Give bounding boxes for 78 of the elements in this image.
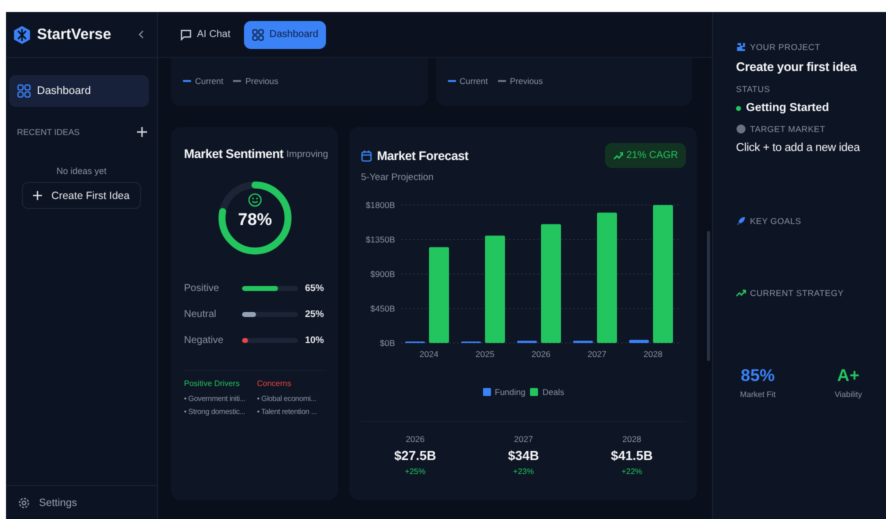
status-dot-icon: [736, 106, 741, 110]
legend-label: Previous: [510, 76, 543, 86]
section-label: CURRENT STRATEGY: [750, 288, 844, 298]
trend-up-icon: [736, 288, 746, 298]
trend-up-icon: [613, 151, 624, 160]
section-label: STATUS: [736, 84, 770, 94]
sentiment-value: 25%: [304, 308, 325, 320]
metric-label: Viability: [834, 390, 862, 399]
axis-label: $450B: [370, 304, 395, 314]
scrollbar[interactable]: [707, 231, 710, 361]
axis-label: $1800B: [366, 200, 395, 210]
trend-label: Improving: [286, 148, 328, 160]
logo-icon: [13, 24, 31, 44]
chat-icon: [180, 28, 192, 40]
list-title: Positive Drivers: [184, 379, 241, 388]
nav-item[interactable]: Dashboard: [9, 75, 149, 107]
tab[interactable]: AI Chat: [172, 20, 238, 48]
legend-label: Funding: [494, 387, 526, 397]
plus-icon: [137, 127, 147, 137]
axis-label: 2028: [644, 349, 662, 359]
section-label: KEY GOALS: [750, 216, 802, 226]
section-label: TARGET MARKET: [750, 124, 826, 134]
stat-year: 2028: [621, 434, 642, 444]
market-text: Click + to add a new idea: [736, 142, 861, 154]
grid-icon: [252, 28, 264, 40]
stat-year: 2027: [513, 434, 534, 444]
plus-icon: [33, 191, 42, 200]
legend-label: Current: [460, 76, 488, 86]
axis-label: $0B: [380, 338, 395, 348]
brand-name: StartVerse: [37, 26, 112, 43]
axis-label: 2026: [532, 349, 550, 359]
axis-label: $1350B: [366, 234, 395, 244]
axis-label: $900B: [370, 269, 395, 279]
axis-label: 2025: [476, 349, 494, 359]
growth-badge: 21% CAGR: [605, 143, 686, 168]
section-title: RECENT IDEAS: [17, 127, 80, 137]
stat-change: +23%: [512, 467, 535, 476]
score-value: 78%: [238, 210, 272, 230]
legend-label: Current: [195, 76, 224, 86]
metric-value: A+: [836, 366, 860, 386]
axis-label: 2024: [420, 349, 438, 359]
calendar-icon: [361, 150, 372, 162]
tab[interactable]: Dashboard: [244, 20, 326, 48]
empty-text: No ideas yet: [55, 166, 108, 176]
card-subtitle: 5-Year Projection: [361, 172, 435, 183]
status-text: Getting Started: [746, 102, 830, 114]
card-title: Market Sentiment: [184, 147, 284, 161]
metric-value: 85%: [740, 366, 776, 386]
stat-change: +25%: [404, 467, 426, 476]
sentiment-label: Neutral: [184, 308, 218, 320]
stat-value: $34B: [506, 448, 540, 463]
grid-icon: [17, 84, 31, 98]
sentiment-label: Negative: [184, 334, 224, 346]
legend-swatch: [482, 388, 491, 396]
bar: [517, 340, 537, 343]
create-button[interactable]: Create First Idea: [22, 182, 141, 209]
chevron-left-icon: [138, 30, 144, 39]
card-title: Market Forecast: [377, 149, 468, 163]
settings-button[interactable]: Settings: [6, 485, 157, 519]
stat-year: 2026: [404, 434, 426, 444]
bar: [629, 340, 649, 343]
legend-swatch: [530, 388, 538, 396]
metric-label: Market Fit: [740, 390, 776, 399]
settings-icon: [18, 496, 30, 508]
smiley-icon: [248, 193, 262, 207]
sentiment-value: 10%: [304, 334, 325, 346]
sentiment-label: Positive: [184, 282, 220, 294]
legend-label: Previous: [245, 76, 278, 86]
stat-value: $41.5B: [610, 448, 654, 463]
legend-label: Deals: [542, 387, 564, 397]
sentiment-value: 65%: [304, 282, 325, 294]
stat-value: $27.5B: [393, 448, 438, 463]
project-name: Create your first idea: [736, 60, 858, 74]
stat-change: +22%: [620, 467, 644, 476]
section-label: YOUR PROJECT: [750, 42, 820, 52]
list-title: Concerns: [257, 379, 292, 388]
bar: [573, 340, 593, 343]
axis-label: 2027: [588, 349, 606, 359]
